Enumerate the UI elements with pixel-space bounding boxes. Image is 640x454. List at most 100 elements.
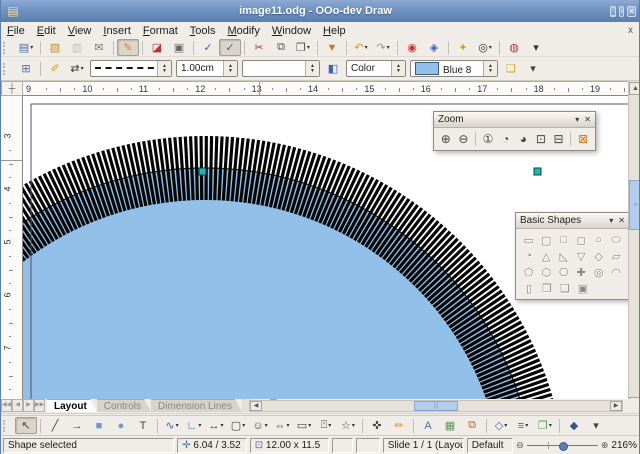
menu-view[interactable]: View <box>62 24 98 38</box>
horizontal-ruler[interactable]: 910111213141516171819 <box>23 81 628 96</box>
interaction-button[interactable]: ◆ <box>563 417 585 434</box>
shadow-button[interactable]: ❏ <box>500 60 522 77</box>
redo-button[interactable]: ↷▾ <box>372 39 394 56</box>
tab-layout[interactable]: Layout <box>47 399 97 412</box>
slide-indicator[interactable]: Slide 1 / 1 (Layout) <box>383 438 464 453</box>
zoom-previous-button[interactable]: ◔ <box>497 130 515 148</box>
dropdown-arrow-icon[interactable]: ▾ <box>352 422 355 429</box>
scroll-right-button[interactable]: ▶ <box>610 401 622 411</box>
glue-points-button[interactable]: ✏ <box>388 417 410 434</box>
gallery-button[interactable]: ⧉ <box>461 417 483 434</box>
ellipse-tool-button[interactable]: ● <box>110 417 132 434</box>
symbol-shapes-button[interactable]: ☺▾ <box>249 417 271 434</box>
next-page-button[interactable]: ▶ <box>23 399 34 412</box>
line-button[interactable]: ╱ <box>44 417 66 434</box>
zoom-in-button[interactable]: ⊕ <box>437 130 455 148</box>
navigator-button[interactable]: ◈ <box>423 39 445 56</box>
zoom-slider-track[interactable] <box>527 445 598 446</box>
dropdown-arrow-icon[interactable]: ▾ <box>525 422 528 429</box>
spinner-icon[interactable]: ▲▼ <box>391 61 405 76</box>
document-as-email-button[interactable]: ✉ <box>88 39 110 56</box>
line-ends-with-arrow-button[interactable]: → <box>66 417 88 434</box>
flowcharts-button[interactable]: ▭▾ <box>293 417 315 434</box>
copy-button[interactable]: ⧉ <box>270 39 292 56</box>
vertical-scrollbar-thumb[interactable]: ≡ <box>629 180 640 230</box>
arrange-button[interactable]: ❐▾ <box>534 417 556 434</box>
toolbar-options-button[interactable]: ▾ <box>585 417 607 434</box>
previous-page-button[interactable]: ◀ <box>12 399 23 412</box>
close-button[interactable]: ✕ <box>627 6 636 17</box>
zoom-button[interactable]: ◎▾ <box>474 39 496 56</box>
vertical-scrollbar[interactable]: ▲ ≡ ▼ <box>628 81 640 412</box>
square-button[interactable]: □ <box>555 232 573 248</box>
clone-formatting-button[interactable]: ▼ <box>321 39 343 56</box>
frame-button[interactable]: ▣ <box>574 280 592 296</box>
zoom-slider-thumb[interactable] <box>559 442 568 451</box>
maximize-button[interactable]: ▫ <box>619 6 624 17</box>
toolbar-options-button[interactable]: ▾ <box>522 60 544 77</box>
zoom-entire-page-button[interactable]: ⊡ <box>532 130 550 148</box>
dropdown-arrow-icon[interactable]: ▾ <box>489 44 492 51</box>
new-document-button[interactable]: ▤▾ <box>15 39 37 56</box>
object-zoom-button[interactable]: ⊠ <box>574 130 592 148</box>
connector-button[interactable]: ∟▾ <box>183 417 205 434</box>
horizontal-scrollbar[interactable]: ◀ ||| ▶ <box>249 400 623 412</box>
page-style[interactable]: Default <box>467 438 513 453</box>
line-color-select[interactable]: ▲▼ <box>242 60 320 77</box>
line-width-input[interactable]: 1.00cm ▲▼ <box>176 60 238 77</box>
zoom-out-button[interactable]: ⊖ <box>455 130 473 148</box>
dropdown-arrow-icon[interactable]: ▾ <box>387 44 390 51</box>
close-icon[interactable]: ✕ <box>584 115 591 124</box>
lines-and-arrows-button[interactable]: ↔▾ <box>205 417 227 434</box>
zoom-in-icon[interactable]: ⊕ <box>601 440 609 451</box>
arrow-style-button[interactable]: ⇄▾ <box>66 60 88 77</box>
minimize-button[interactable]: _ <box>610 6 616 17</box>
zoom-panel-titlebar[interactable]: Zoom ▾ ✕ <box>434 112 595 128</box>
ruler-origin[interactable]: ┼ <box>1 81 23 96</box>
hexagon-button[interactable]: ⬡ <box>538 264 556 280</box>
toolbar-options-button[interactable]: ▾ <box>525 39 547 56</box>
from-file-button[interactable]: ▦ <box>439 417 461 434</box>
zoom-out-icon[interactable]: ⊖ <box>516 440 524 451</box>
block-arrows-button[interactable]: ⇔▾ <box>271 417 293 434</box>
line-dialog-button[interactable]: ✐ <box>44 60 66 77</box>
cut-button[interactable]: ✂ <box>248 39 270 56</box>
zoom-page-width-button[interactable]: ⊟ <box>550 130 568 148</box>
trapezoid-button[interactable]: ▽ <box>573 248 591 264</box>
ellipse-button[interactable]: ⬭ <box>608 232 626 248</box>
callouts-button[interactable]: ⍞▾ <box>315 417 337 434</box>
menu-tools[interactable]: Tools <box>184 24 222 38</box>
vertical-ruler[interactable]: 34567 <box>1 96 23 399</box>
stars-button[interactable]: ☆▾ <box>337 417 359 434</box>
help-button[interactable]: ◍ <box>503 39 525 56</box>
rounded-square-button[interactable]: ◻ <box>573 232 591 248</box>
menu-modify[interactable]: Modify <box>221 24 265 38</box>
selection-handle[interactable] <box>199 168 206 175</box>
chevron-down-icon[interactable]: ▾ <box>609 216 613 225</box>
chart-button[interactable]: ◉ <box>401 39 423 56</box>
octagon-button[interactable]: ⎔ <box>555 264 573 280</box>
circle-pie-button[interactable]: ◔ <box>520 248 538 264</box>
menu-insert[interactable]: Insert <box>97 24 137 38</box>
dropdown-arrow-icon[interactable]: ▾ <box>81 65 84 72</box>
close-icon[interactable]: ✕ <box>618 216 625 225</box>
zoom-slider[interactable]: ⊖ ⊕ <box>516 440 608 451</box>
chevron-down-icon[interactable]: ▾ <box>575 115 579 124</box>
undo-button[interactable]: ↶▾ <box>350 39 372 56</box>
toolbar-grip[interactable] <box>3 420 12 432</box>
circle-button[interactable]: ○ <box>590 232 608 248</box>
fill-color-select[interactable]: Blue 8 ▲▼ <box>410 60 498 77</box>
dropdown-arrow-icon[interactable]: ▾ <box>176 422 179 429</box>
zoom-next-button[interactable]: ◕ <box>515 130 533 148</box>
basic-shapes-button[interactable]: ▢▾ <box>227 417 249 434</box>
cube-button[interactable]: ❒ <box>538 280 556 296</box>
export-pdf-button[interactable]: ◪ <box>146 39 168 56</box>
rounded-rectangle-button[interactable]: ▢ <box>538 232 556 248</box>
area-dialog-button[interactable]: ◧ <box>322 60 344 77</box>
scroll-up-button[interactable]: ▲ <box>629 82 640 95</box>
open-button[interactable]: ▧ <box>44 39 66 56</box>
horizontal-scrollbar-thumb[interactable]: ||| <box>414 401 458 411</box>
dropdown-arrow-icon[interactable]: ▾ <box>265 422 268 429</box>
tab-dimension-lines[interactable]: Dimension Lines <box>151 399 242 412</box>
menu-file[interactable]: File <box>1 24 31 38</box>
